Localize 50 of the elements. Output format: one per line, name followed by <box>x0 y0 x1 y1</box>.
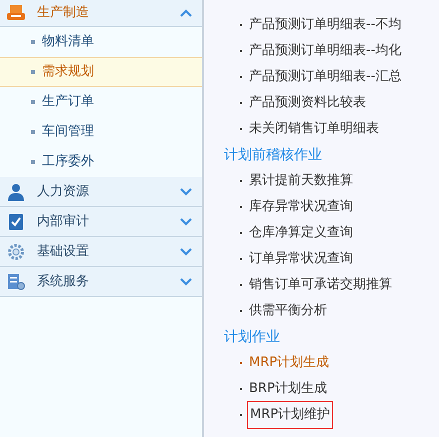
menu-group-header[interactable]: 基础设置 <box>0 237 202 267</box>
menu-group-header[interactable]: 生产制造 <box>0 0 202 27</box>
menu-link[interactable]: MRP计划维护 <box>247 401 334 429</box>
chevron-up-icon[interactable] <box>180 9 192 17</box>
menu-group-label: 人力资源 <box>37 182 90 201</box>
sidebar-item-label: 生产订单 <box>42 93 94 112</box>
menu-link[interactable]: 订单异常状况查询 <box>247 246 355 272</box>
bullet-icon <box>31 40 35 44</box>
sidebar-item-label: 工序委外 <box>42 153 94 172</box>
sidebar-item[interactable]: 生产订单 <box>0 87 202 117</box>
section-title: 计划前稽核作业 <box>224 146 322 164</box>
bullet-icon <box>31 160 35 164</box>
printer-icon <box>5 4 27 22</box>
menu-link[interactable]: 销售订单可承诺交期推算 <box>247 272 394 298</box>
chevron-down-icon[interactable] <box>180 278 192 286</box>
chevron-down-icon[interactable] <box>180 188 192 196</box>
person-icon <box>5 182 27 200</box>
sidebar-item-label: 需求规划 <box>42 63 94 82</box>
menu-link[interactable]: MRP计划生成 <box>247 350 332 376</box>
gear-icon <box>5 242 27 260</box>
sidebar-item-label: 物料清单 <box>42 33 94 52</box>
menu-link[interactable]: 未关闭销售订单明细表 <box>247 116 381 142</box>
sidebar-item-label: 车间管理 <box>42 123 94 142</box>
menu-link[interactable]: 产品预测资料比较表 <box>247 90 368 116</box>
section-title: 计划作业 <box>224 328 280 346</box>
bullet-icon <box>31 70 35 74</box>
sidebar-item[interactable]: 需求规划 <box>0 57 202 87</box>
chevron-down-icon[interactable] <box>180 218 192 226</box>
menu-group-header[interactable]: 系统服务 <box>0 267 202 297</box>
menu-group-label: 生产制造 <box>37 4 90 22</box>
menu-group-label: 基础设置 <box>37 242 90 261</box>
menu-link[interactable]: BRP计划生成 <box>247 376 329 402</box>
menu-group-label: 内部审计 <box>37 212 90 231</box>
menu-link[interactable]: 仓库净算定义查询 <box>247 220 355 246</box>
bullet-icon <box>31 100 35 104</box>
menu-link[interactable]: 库存异常状况查询 <box>247 194 355 220</box>
bullet-icon <box>31 130 35 134</box>
menu-group-header[interactable]: 人力资源 <box>0 177 202 207</box>
menu-link[interactable]: 产品预测订单明细表--汇总 <box>247 64 404 90</box>
menu-link[interactable]: 产品预测订单明细表--均化 <box>247 38 404 64</box>
menu-link[interactable]: 累计提前天数推算 <box>247 168 355 194</box>
sidebar-item[interactable]: 物料清单 <box>0 27 202 57</box>
sidebar-item[interactable]: 工序委外 <box>0 147 202 177</box>
menu-group-header[interactable]: 内部审计 <box>0 207 202 237</box>
server-gear-icon <box>5 272 27 290</box>
sidebar-item[interactable]: 车间管理 <box>0 117 202 147</box>
menu-group-label: 系统服务 <box>37 272 90 291</box>
chevron-down-icon[interactable] <box>180 248 192 256</box>
menu-link[interactable]: 供需平衡分析 <box>247 298 329 324</box>
menu-link[interactable]: 产品预测订单明细表--不均 <box>247 12 404 38</box>
